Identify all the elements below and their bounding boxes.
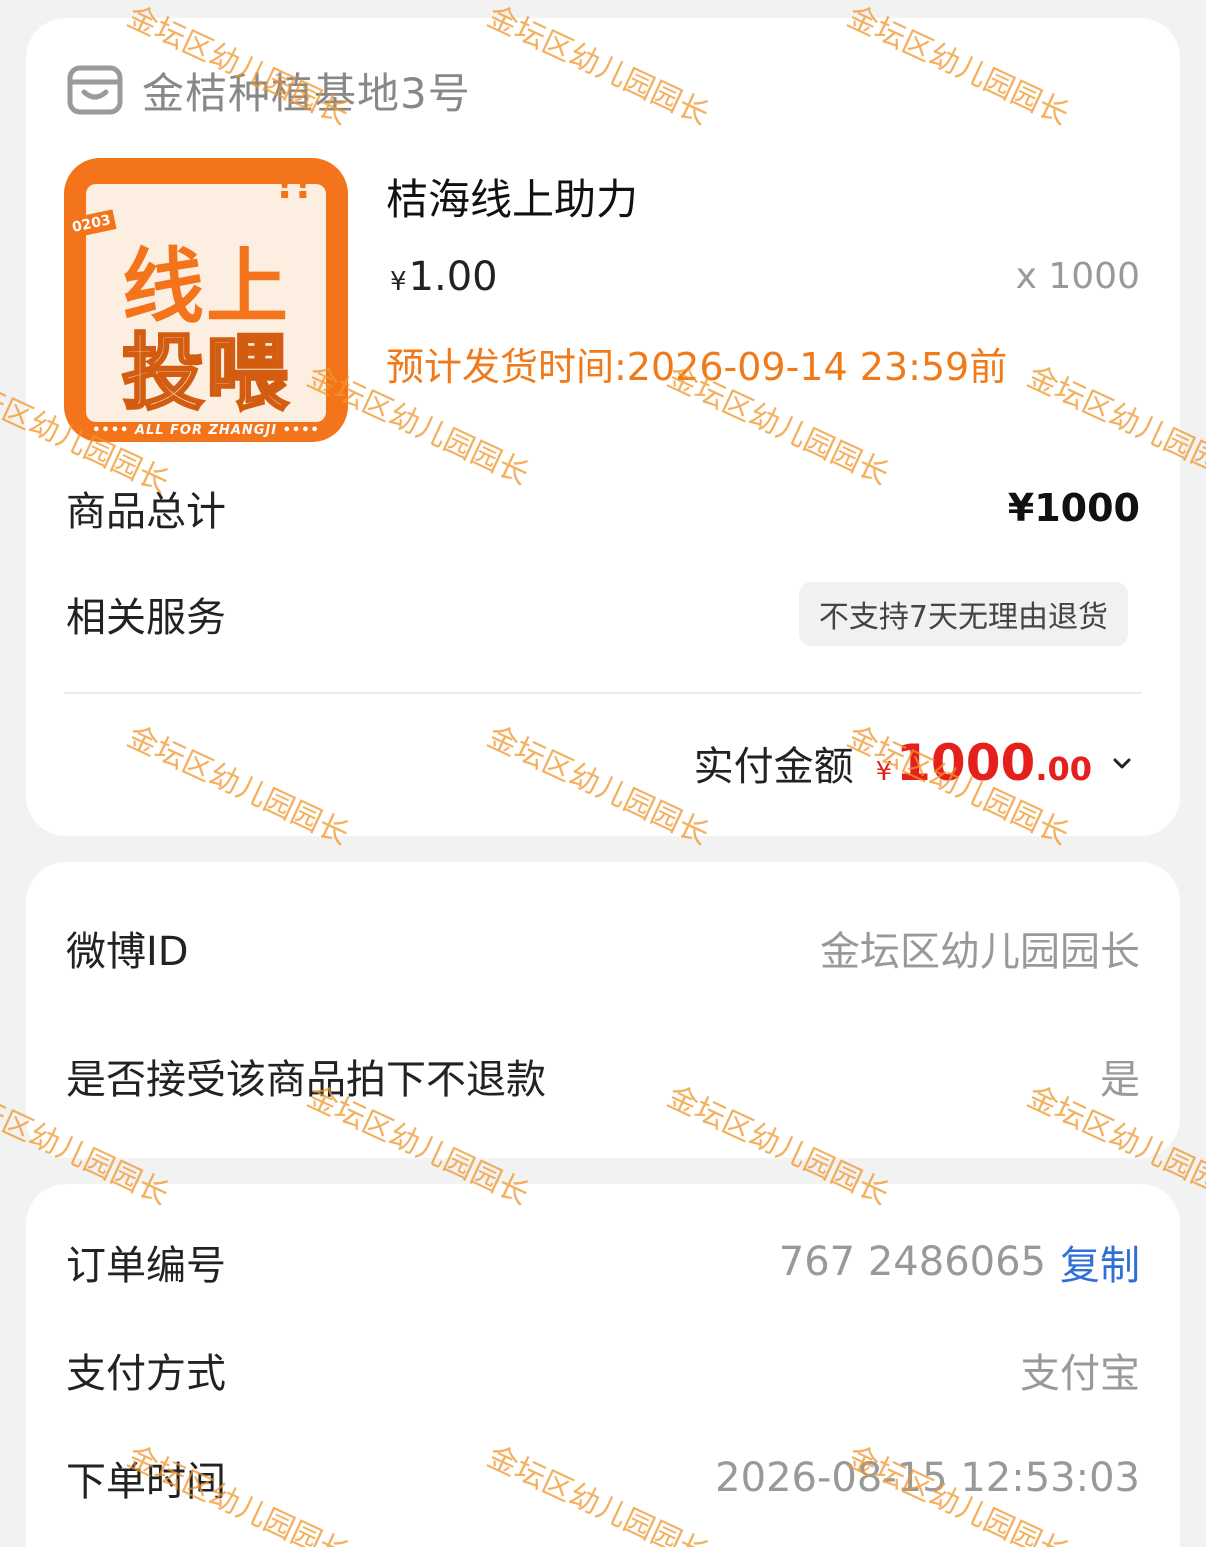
thumb-text-line2: 投喂 bbox=[120, 325, 290, 423]
thumb-footer-text: •••• ALL FOR ZHANGJI •••• bbox=[92, 423, 320, 438]
no-refund-row: 是否接受该商品拍下不退款 是 bbox=[66, 1046, 1140, 1106]
shipping-estimate: 预计发货时间:2026-09-14 23:59前 bbox=[386, 345, 1008, 389]
order-number-label: 订单编号 bbox=[66, 1243, 226, 1289]
copy-button[interactable]: 复制 bbox=[1060, 1233, 1140, 1291]
weibo-id-value: 金坛区幼儿园园长 bbox=[820, 929, 1140, 975]
service-label: 相关服务 bbox=[66, 595, 226, 641]
paid-amount-decimal: .00 bbox=[1035, 750, 1092, 788]
no-refund-label: 是否接受该商品拍下不退款 bbox=[66, 1057, 546, 1103]
paid-label: 实付金额 bbox=[693, 744, 854, 790]
goods-total-label: 商品总计 bbox=[66, 489, 226, 535]
paid-amount-integer: 1000 bbox=[896, 734, 1036, 792]
paid-currency: ¥ bbox=[875, 757, 893, 787]
product-thumbnail[interactable]: 线上 投喂 0203 !! •••• ALL FOR ZHANGJI •••• bbox=[64, 158, 348, 442]
shop-header[interactable]: 金桔种植基地3号 bbox=[66, 62, 471, 118]
paid-amount-row[interactable]: 实付金额 ¥ 1000 .00 bbox=[694, 734, 1134, 792]
buyer-info-card: 微博ID 金坛区幼儿园园长 是否接受该商品拍下不退款 是 bbox=[26, 862, 1180, 1158]
order-detail-page: 金桔种植基地3号 线上 投喂 0203 !! •••• ALL FOR ZHAN… bbox=[0, 0, 1206, 1547]
shop-name: 金桔种植基地3号 bbox=[142, 68, 471, 118]
order-meta-card: 订单编号 767 2486065 复制 支付方式 支付宝 下单时间 2026-0… bbox=[26, 1184, 1180, 1547]
thumb-exclamation: !! bbox=[275, 162, 312, 208]
product-title[interactable]: 桔海线上助力 bbox=[386, 166, 638, 227]
order-number-row: 订单编号 767 2486065 复制 bbox=[66, 1232, 1140, 1292]
chevron-down-icon[interactable] bbox=[1110, 751, 1134, 775]
service-row: 相关服务 不支持7天无理由退货 bbox=[66, 582, 1140, 646]
weibo-id-row: 微博ID 金坛区幼儿园园长 bbox=[66, 918, 1140, 978]
goods-total-value: ¥1000 bbox=[1007, 486, 1140, 530]
order-time-value: 2026-08-15 12:53:03 bbox=[715, 1455, 1140, 1501]
service-tag[interactable]: 不支持7天无理由退货 bbox=[798, 582, 1128, 646]
product-quantity: x 1000 bbox=[1015, 256, 1140, 297]
no-refund-value: 是 bbox=[1100, 1057, 1140, 1103]
price-currency: ¥ bbox=[390, 267, 407, 297]
order-number-value: 767 2486065 bbox=[778, 1239, 1046, 1285]
goods-total-row: 商品总计 ¥1000 bbox=[66, 478, 1140, 538]
weibo-id-label: 微博ID bbox=[66, 929, 189, 975]
price-amount: 1.00 bbox=[408, 254, 498, 300]
payment-method-value: 支付宝 bbox=[1020, 1351, 1140, 1397]
payment-method-label: 支付方式 bbox=[66, 1351, 226, 1397]
order-card: 金桔种植基地3号 线上 投喂 0203 !! •••• ALL FOR ZHAN… bbox=[26, 18, 1180, 836]
order-time-label: 下单时间 bbox=[66, 1459, 226, 1505]
payment-method-row: 支付方式 支付宝 bbox=[66, 1340, 1140, 1400]
order-time-row: 下单时间 2026-08-15 12:53:03 bbox=[66, 1448, 1140, 1508]
shop-icon bbox=[67, 65, 123, 115]
product-price: ¥1.00 bbox=[390, 254, 498, 300]
divider bbox=[64, 692, 1142, 694]
